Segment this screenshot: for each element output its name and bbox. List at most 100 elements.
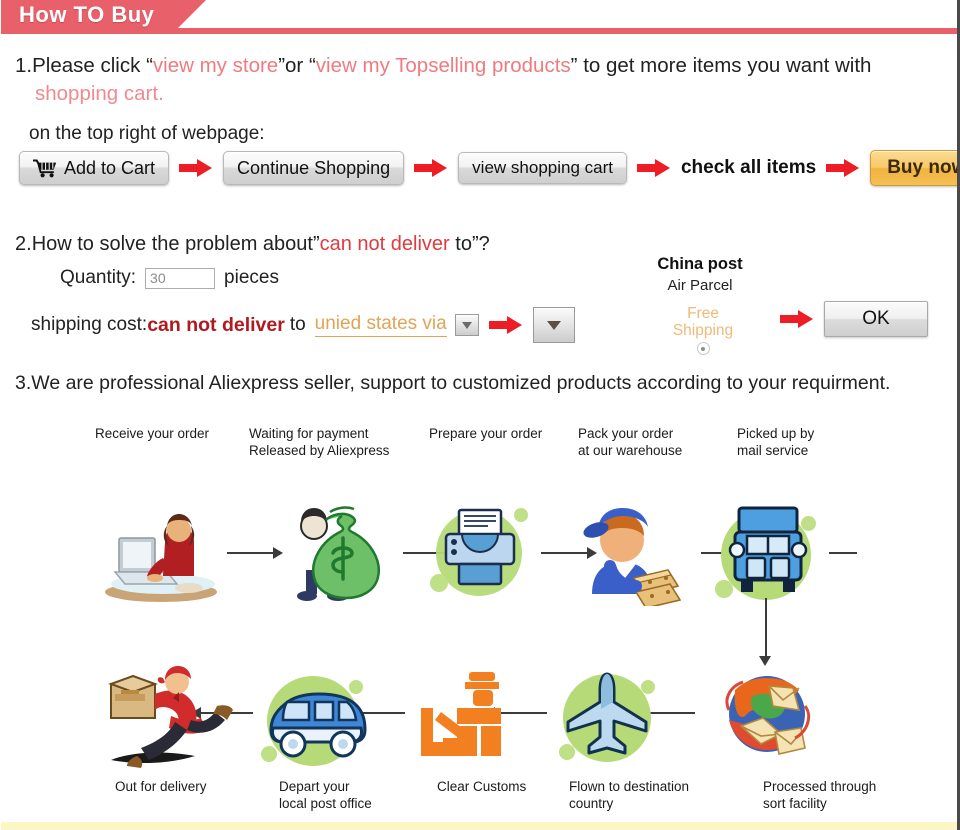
quote-open-2: “ — [308, 54, 316, 77]
caption-line-1: Picked up by — [737, 426, 815, 441]
free-shipping-line-1: Free — [687, 305, 719, 322]
red-right-arrow-icon — [179, 158, 213, 178]
to-label: to — [289, 314, 306, 335]
section-2-title-c: to”? — [449, 233, 490, 255]
radio-selected-icon[interactable] — [696, 342, 710, 355]
section-2-title-a: How to solve the problem about” — [31, 233, 320, 255]
check-all-items-label: check all items — [680, 157, 817, 178]
section-1: 1.Please click “view my store”or “view m… — [15, 52, 945, 147]
add-to-cart-button[interactable]: Add to Cart — [19, 151, 170, 185]
section-2-title-highlight: can not deliver — [319, 233, 450, 255]
add-to-cart-label: Add to Cart — [64, 157, 156, 178]
destination-select-link[interactable]: unied states via — [314, 313, 447, 337]
caption-clear-customs: Clear Customs — [437, 778, 567, 795]
section-1-tail: to get more items you want with — [583, 54, 872, 77]
chevron-down-icon[interactable] — [454, 314, 479, 336]
how-to-buy-page: How TO Buy 1.Please click “view my store… — [0, 0, 960, 830]
free-shipping-block: Free Shipping — [655, 305, 751, 355]
mail-sort-globe-icon — [713, 666, 821, 771]
section-2-title: 2.How to solve the problem about”can not… — [15, 233, 945, 256]
caption-picked-up-by-mail-service: Picked up by mail service — [737, 425, 867, 459]
caption-line-1: Waiting for payment — [249, 426, 369, 441]
view-shopping-cart-label: view shopping cart — [472, 158, 613, 177]
buy-now-label: Buy now — [887, 157, 960, 178]
caption-line-1: Pack your order — [578, 426, 674, 441]
ok-button[interactable]: OK — [824, 301, 928, 337]
caption-line-1: Depart your — [279, 779, 350, 794]
section-2-number: 2. — [15, 233, 32, 255]
caption-line-1: Clear Customs — [437, 779, 527, 794]
caption-line-1: Prepare your order — [429, 426, 543, 441]
caption-line-2: sort facility — [763, 796, 827, 811]
flow-connector — [829, 552, 857, 554]
quantity-row: Quantity: pieces — [60, 267, 279, 289]
flow-connector — [227, 552, 275, 554]
flow-connector-vertical — [765, 598, 767, 658]
caption-line-2: Released by Aliexpress — [249, 443, 390, 458]
caption-out-for-delivery: Out for delivery — [115, 778, 245, 795]
section-1-or: or — [285, 54, 304, 77]
arrow-down-icon — [759, 656, 771, 666]
caption-receive-your-order: Receive your order — [95, 425, 225, 442]
quote-close-2: ” — [570, 54, 578, 77]
carrier-block: China post Air Parcel — [635, 255, 765, 294]
pieces-label: pieces — [224, 267, 279, 288]
caption-waiting-for-payment: Waiting for payment Released by Aliexpre… — [249, 425, 399, 459]
caption-depart-local-post-office: Depart your local post office — [279, 778, 409, 812]
shopping-cart-icon — [32, 159, 57, 178]
red-right-arrow-icon — [414, 158, 448, 178]
ok-row: OK — [770, 301, 928, 337]
caption-line-2: at our warehouse — [578, 443, 683, 458]
caption-prepare-your-order: Prepare your order — [429, 425, 564, 442]
caption-line-1: Out for delivery — [115, 779, 207, 794]
shipping-cost-row: shipping cost: can not deliver to unied … — [31, 307, 575, 343]
running-courier-icon — [101, 660, 237, 781]
caption-line-2: local post office — [279, 796, 372, 811]
caption-line-1: Receive your order — [95, 426, 210, 441]
caption-pack-your-order: Pack your order at our warehouse — [578, 425, 718, 459]
red-right-arrow-icon — [780, 309, 814, 329]
caption-flown-to-destination: Flown to destination country — [569, 778, 719, 812]
shipping-cost-label: shipping cost: — [31, 314, 148, 335]
shipping-steps-bottom-captions: Out for delivery Depart your local post … — [91, 778, 941, 824]
red-right-arrow-icon — [826, 158, 860, 178]
continue-shopping-label: Continue Shopping — [237, 157, 391, 178]
section-1-line-2: shopping cart. — [35, 82, 164, 105]
carrier-name: China post — [657, 255, 743, 273]
link-view-my-store[interactable]: view my store — [153, 54, 278, 77]
cannot-deliver-text: can not deliver — [147, 313, 285, 336]
quote-open-1: “ — [146, 54, 153, 77]
link-view-my-topselling[interactable]: view my Topselling products — [316, 54, 571, 77]
person-at-laptop-icon — [101, 508, 231, 613]
shipping-method-dropdown[interactable] — [532, 307, 575, 343]
buy-now-button[interactable]: Buy now — [870, 150, 960, 186]
caption-line-1: Flown to destination — [569, 779, 690, 794]
carrier-service: Air Parcel — [667, 277, 733, 294]
caption-line-2: country — [569, 796, 614, 811]
quantity-label: Quantity: — [60, 267, 137, 288]
continue-shopping-button[interactable]: Continue Shopping — [223, 151, 405, 185]
caption-line-1: Processed through — [763, 779, 877, 794]
money-bag-icon — [288, 498, 398, 615]
section-1-lead: Please click — [32, 54, 141, 77]
section-3: 3.We are professional Aliexpress seller,… — [15, 372, 955, 395]
customs-officer-icon — [413, 668, 513, 769]
section-1-line-3: on the top right of webpage: — [29, 123, 265, 144]
page-title: How TO Buy — [19, 2, 155, 27]
section-3-title: 3.We are professional Aliexpress seller,… — [15, 372, 955, 395]
section-1-line-1: 1.Please click “view my store”or “view m… — [15, 52, 945, 80]
checkout-flow-row: Add to Cart Continue Shopping view shopp… — [19, 150, 960, 186]
section-2: 2.How to solve the problem about”can not… — [15, 233, 945, 355]
shipping-steps-top-captions: Receive your order Waiting for payment R… — [91, 425, 941, 475]
warehouse-worker-icon — [574, 500, 694, 611]
ok-button-label: OK — [862, 308, 890, 329]
shipping-process-diagram — [1, 480, 957, 800]
section-3-title-text: We are professional Aliexpress seller, s… — [31, 372, 891, 394]
arrow-right-icon — [273, 547, 283, 559]
view-shopping-cart-button[interactable]: view shopping cart — [458, 152, 627, 184]
quote-close-1: ” — [278, 54, 286, 77]
red-right-arrow-icon — [488, 315, 523, 335]
section-1-number: 1. — [15, 54, 33, 77]
free-shipping-line-2: Shipping — [672, 322, 734, 339]
quantity-input[interactable] — [145, 267, 216, 289]
